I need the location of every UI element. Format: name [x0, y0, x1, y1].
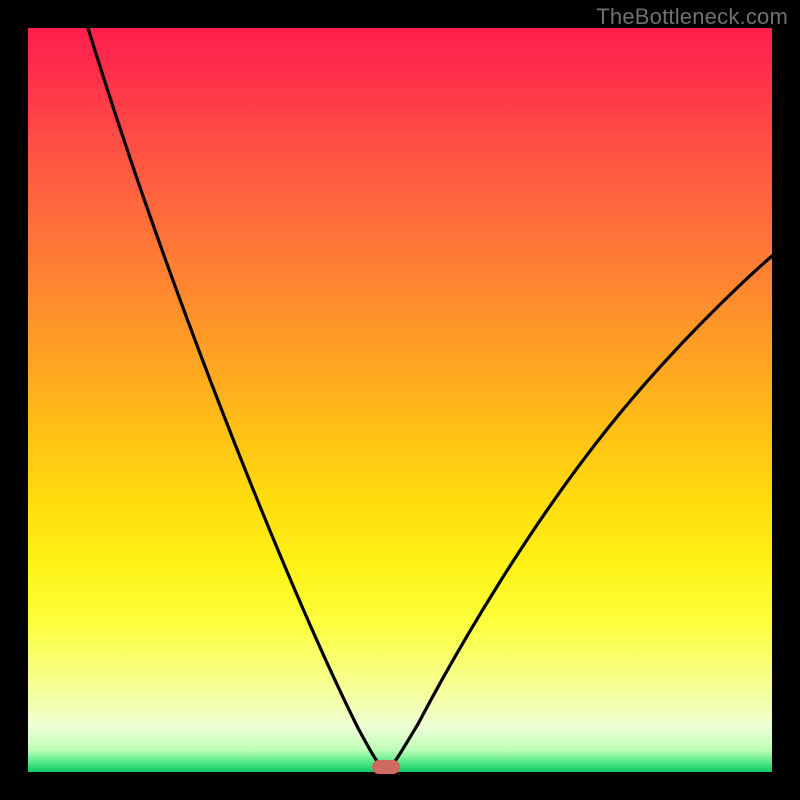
bottleneck-curve	[28, 28, 772, 772]
curve-right-branch	[386, 256, 772, 770]
watermark-text: TheBottleneck.com	[596, 4, 788, 30]
chart-frame: TheBottleneck.com	[0, 0, 800, 800]
gradient-plot-area	[28, 28, 772, 772]
optimal-point-marker	[372, 760, 400, 774]
curve-left-branch	[88, 28, 386, 770]
